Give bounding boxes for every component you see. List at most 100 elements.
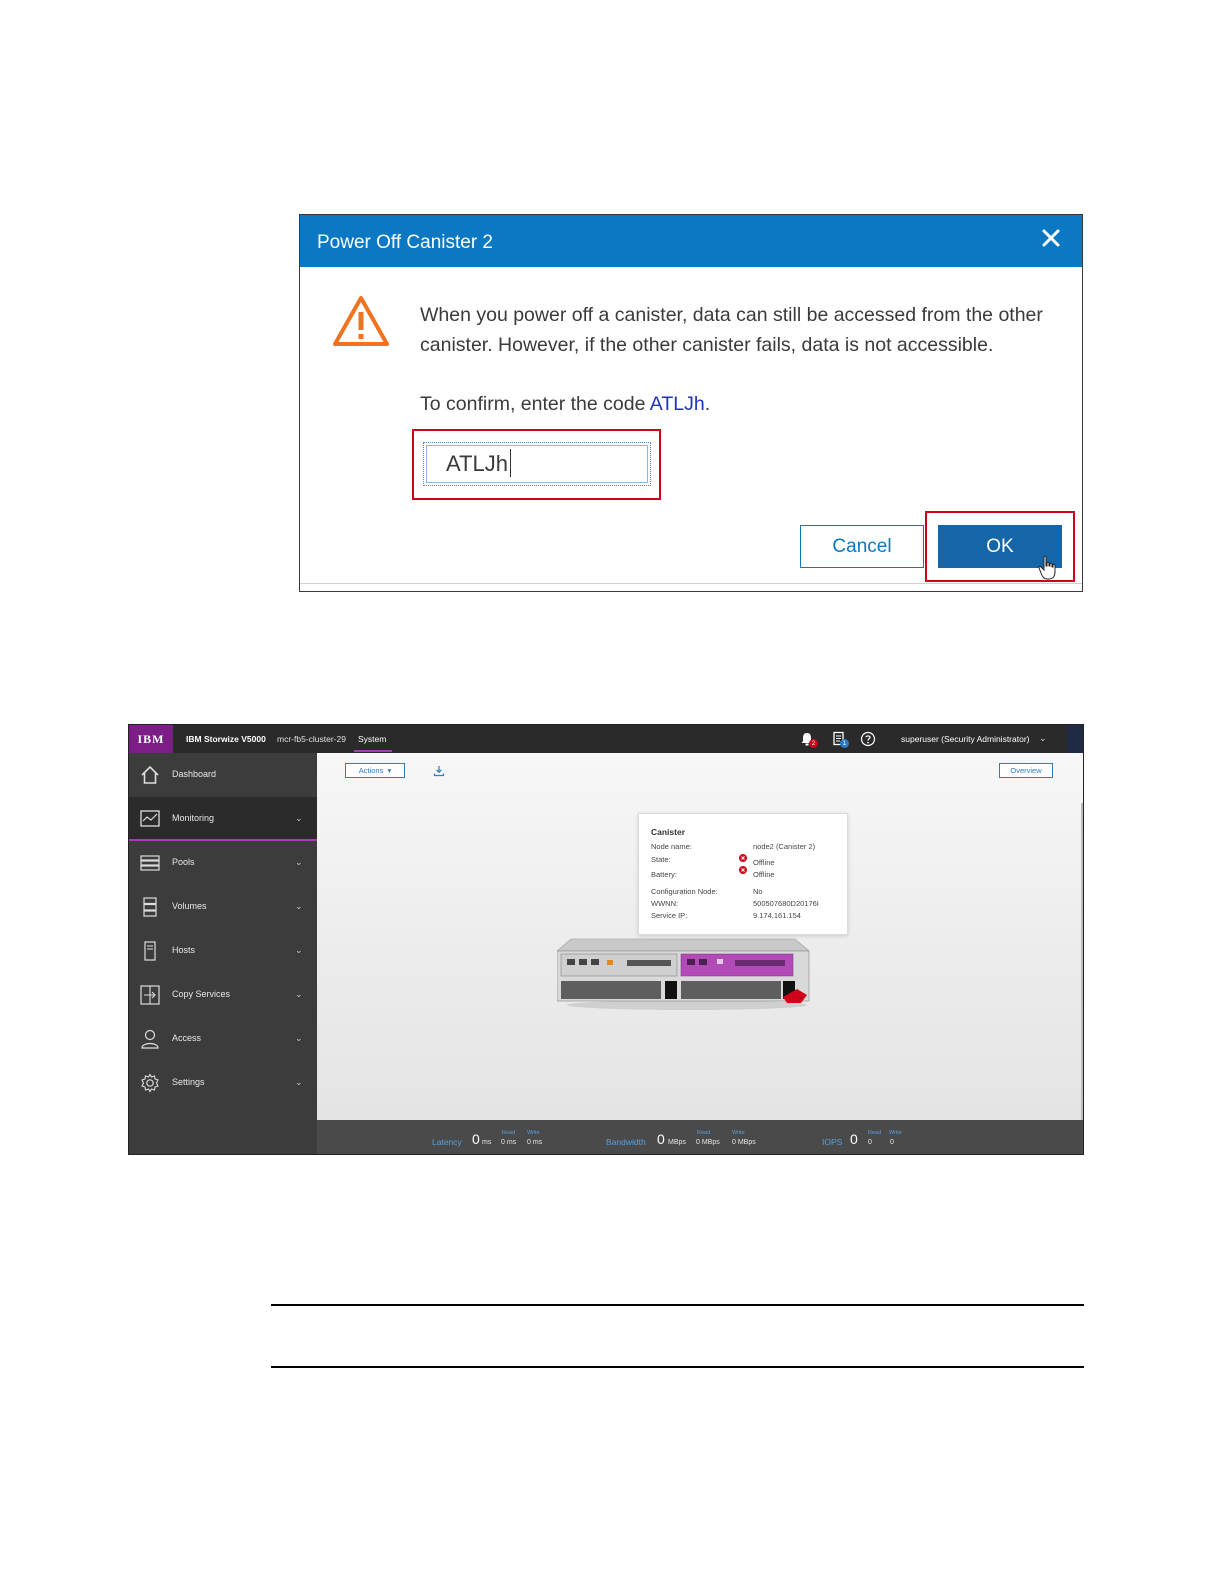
top-bar: IBM IBM Storwize V5000 mcr-fb5-cluster-2… [129,725,1083,753]
tooltip-key: Node name: [651,842,692,851]
latency-unit: ms [482,1139,492,1146]
tooltip-key: Configuration Node: [651,887,718,896]
sidebar-item-settings[interactable]: Settings ⌄ [129,1061,317,1105]
chevron-down-icon: ⌄ [295,901,303,911]
error-icon [739,854,747,862]
ibm-logo[interactable]: IBM [129,725,173,753]
latency-label: Latency [432,1137,462,1147]
sidebar-item-label: Pools [172,857,195,867]
hosts-icon [144,941,156,961]
sidebar-item-label: Dashboard [172,769,217,779]
bandwidth-unit: MBps [668,1139,686,1146]
scrollbar[interactable] [1081,803,1083,1143]
product-name: IBM Storwize V5000 [186,734,266,744]
performance-status-bar: Latency 0 ms Read 0 ms Write 0 ms Bandwi… [317,1120,1083,1154]
sidebar-item-label: Monitoring [172,813,215,823]
dialog-title: Power Off Canister 2 [317,232,494,253]
iops-write: 0 [890,1139,894,1146]
download-icon[interactable] [433,765,445,777]
power-off-dialog: Power Off Canister 2 When you power off … [299,214,1083,592]
help-icon[interactable] [860,731,876,747]
access-icon [141,1029,159,1049]
sidebar-item-label: Settings [172,1077,205,1087]
storage-enclosure[interactable] [557,929,817,1011]
top-bar-edge [1067,725,1083,753]
chevron-down-icon[interactable]: ⌄ [1039,733,1047,744]
tooltip-key: Service IP: [651,911,688,920]
chevron-down-icon: ⌄ [295,989,303,999]
iops-label: IOPS [822,1137,843,1147]
tooltip-value: Offline [753,858,775,867]
dialog-header: Power Off Canister 2 [300,215,1082,267]
cancel-button[interactable]: Cancel [800,525,924,568]
error-icon [739,866,747,874]
sidebar-item-label: Volumes [172,901,207,911]
tooltip-key: State: [651,855,671,864]
chevron-down-icon: ⌄ [295,1077,303,1087]
bandwidth-label: Bandwidth [606,1137,646,1147]
tooltip-value: Offline [753,870,775,879]
latency-read-label: Read [502,1130,516,1136]
volumes-icon [143,897,157,917]
sidebar-item-label: Hosts [172,945,196,955]
latency-write: 0 ms [527,1139,543,1146]
latency-read: 0 ms [501,1139,517,1146]
sidebar-item-access[interactable]: Access ⌄ [129,1017,317,1061]
home-icon [141,765,159,784]
bandwidth-read-label: Read [697,1130,711,1136]
cluster-name: mcr-fb5-cluster-29 [277,734,346,744]
actions-button[interactable]: Actions ▾ [345,763,405,778]
sidebar-item-pools[interactable]: Pools ⌄ [129,841,317,885]
warning-icon [333,296,389,346]
sidebar-item-copy-services[interactable]: Copy Services ⌄ [129,973,317,1017]
copy-services-icon [140,985,160,1005]
chevron-down-icon: ⌄ [295,813,303,823]
sidebar-item-volumes[interactable]: Volumes ⌄ [129,885,317,929]
bandwidth-value: 0 [657,1131,665,1147]
divider-rule-bottom [271,1366,1084,1368]
dialog-message: When you power off a canister, data can … [420,304,1043,356]
overview-button[interactable]: Overview [999,763,1053,778]
gear-icon [141,1073,159,1093]
divider-rule-top [271,1304,1084,1306]
system-view: Actions ▾ Overview Canister Node name: n… [317,753,1083,1143]
tooltip-key: WWNN: [651,899,679,908]
sidebar-item-label: Access [172,1033,202,1043]
tooltip-key: Battery: [651,870,677,879]
sidebar-item-hosts[interactable]: Hosts ⌄ [129,929,317,973]
close-icon[interactable] [1038,225,1064,251]
confirm-suffix: . [704,393,711,415]
user-menu[interactable]: superuser (Security Administrator) [901,734,1030,744]
iops-read-label: Read [868,1130,882,1136]
chevron-down-icon: ⌄ [295,945,303,955]
tasks-badge: 1 [840,739,849,748]
sidebar: Dashboard Monitoring ⌄ Pools ⌄ Volumes ⌄… [129,753,317,1154]
iops-value: 0 [850,1131,858,1147]
system-tab-underline [354,750,392,752]
confirm-instruction: To confirm, enter the code ATLJh. [420,393,710,416]
iops-read: 0 [868,1139,872,1146]
tooltip-title: Canister [651,827,686,837]
chevron-down-icon: ⌄ [295,1033,303,1043]
text-caret [510,449,511,477]
tooltip-value: 9.174.161.154 [753,911,801,920]
chevron-down-icon: ⌄ [295,857,303,867]
caret-down-icon: ▾ [387,766,392,775]
tooltip-value: 500507680D20176I [753,899,819,908]
storwize-console: IBM IBM Storwize V5000 mcr-fb5-cluster-2… [128,724,1084,1155]
bandwidth-write: 0 MBps [732,1139,756,1146]
sidebar-item-monitoring[interactable]: Monitoring ⌄ [129,797,317,841]
monitoring-icon [140,810,160,827]
bandwidth-read: 0 MBps [696,1139,720,1146]
system-tab[interactable]: System [358,734,386,744]
canister-tooltip: Canister Node name: node2 (Canister 2) S… [638,813,848,935]
latency-write-label: Write [527,1130,540,1136]
dialog-footer-divider [300,583,1082,584]
pools-icon [140,855,160,871]
confirm-code-input[interactable] [423,442,651,486]
latency-value: 0 [472,1131,480,1147]
tooltip-value: node2 (Canister 2) [753,842,816,851]
sidebar-item-dashboard[interactable]: Dashboard [129,753,317,797]
tooltip-value: No [753,887,763,896]
iops-write-label: Write [889,1130,902,1136]
